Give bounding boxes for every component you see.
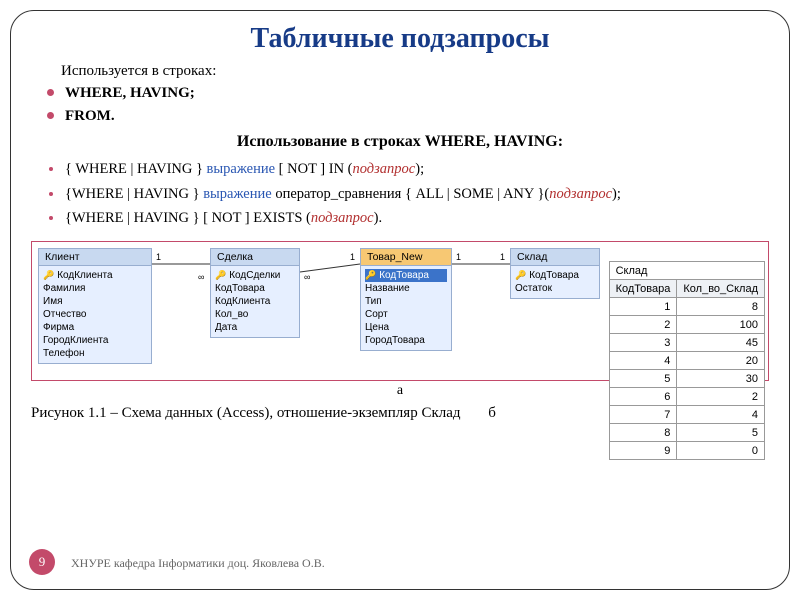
entity-deal: Сделка 🔑КодСделки КодТовара КодКлиента К… (210, 248, 300, 338)
footer-text: ХНУРЕ кафедра Інформатики доц. Яковлева … (71, 556, 325, 571)
usage-heading: Использование в строках WHERE, HAVING: (31, 133, 769, 151)
entity-tovar-new: Товар_New 🔑КодТовара Название Тип Сорт Ц… (360, 248, 452, 351)
key-icon: 🔑 (215, 270, 226, 282)
list-item: WHERE, HAVING; (41, 82, 769, 105)
list-item: {WHERE | HAVING } выражение оператор_сра… (41, 182, 769, 207)
rel-one: 1 (456, 252, 461, 262)
list-item: FROM. (41, 105, 769, 128)
key-icon: 🔑 (365, 270, 376, 282)
clause-list: WHERE, HAVING; FROM. (41, 82, 769, 127)
intro-text: Используется в строках: (61, 63, 769, 80)
page-number: 9 (29, 549, 55, 575)
list-item: { WHERE | HAVING } выражение [ NOT ] IN … (41, 157, 769, 182)
rel-one: 1 (500, 252, 505, 262)
key-icon: 🔑 (515, 270, 526, 282)
key-icon: 🔑 (43, 270, 54, 282)
slide: Табличные подзапросы Используется в стро… (10, 10, 790, 590)
rel-many: ∞ (304, 272, 310, 282)
list-item: {WHERE | HAVING } [ NOT ] EXISTS (подзап… (41, 206, 769, 231)
entity-client: Клиент 🔑КодКлиента Фамилия Имя Отчество … (38, 248, 152, 364)
sklad-data-table: Склад КодТовараКол_во_Склад 18 2100 345 … (609, 261, 765, 460)
rel-one: 1 (156, 252, 161, 262)
rel-one: 1 (350, 252, 355, 262)
label-b: б (488, 405, 496, 422)
slide-title: Табличные подзапросы (31, 23, 769, 55)
entity-sklad: Склад 🔑КодТовара Остаток (510, 248, 600, 299)
rel-many: ∞ (198, 272, 204, 282)
syntax-list: { WHERE | HAVING } выражение [ NOT ] IN … (41, 157, 769, 231)
